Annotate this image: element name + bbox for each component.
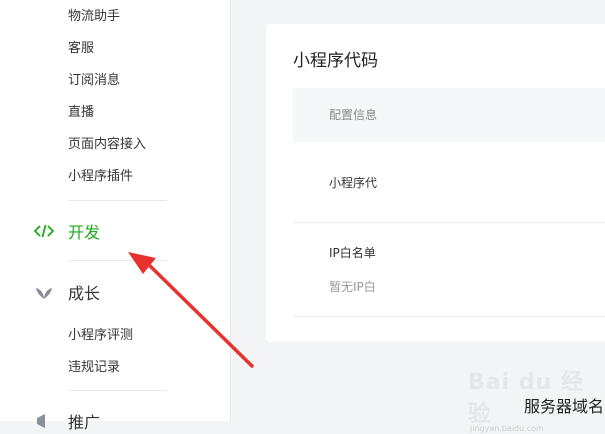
sidebar-divider (68, 260, 167, 261)
sidebar-item-logistics[interactable]: 物流助手 (68, 8, 120, 26)
sidebar-section-growth-label: 成长 (68, 284, 101, 303)
ip-whitelist-value: 暂无IP白 (329, 280, 376, 294)
row-separator (293, 316, 605, 317)
code-row-label: 小程序代 (329, 176, 378, 190)
sidebar-item-evaluation[interactable]: 小程序评测 (68, 327, 133, 345)
sidebar: 物流助手 客服 订阅消息 直播 页面内容接入 小程序插件 开发 成长 小程序评测… (0, 0, 231, 432)
sidebar-divider (68, 390, 167, 391)
sidebar-item-page-content[interactable]: 页面内容接入 (68, 136, 146, 154)
sidebar-section-dev-label: 开发 (68, 223, 101, 242)
sprout-icon (34, 282, 54, 302)
ip-whitelist-label: IP白名单 (329, 246, 376, 260)
sidebar-item-violation[interactable]: 违规记录 (68, 359, 120, 377)
sidebar-section-promo-label: 推广 (68, 413, 101, 432)
sidebar-item-customer-service[interactable]: 客服 (68, 40, 94, 58)
card-title: 小程序代码 (293, 51, 378, 71)
baidu-watermark: Bai du 经验 jingyan.baidu.com (468, 364, 605, 433)
code-icon (34, 221, 54, 241)
watermark-sub: jingyan.baidu.com (470, 424, 544, 433)
code-card: 小程序代码 配置信息 小程序代 IP白名单 暂无IP白 (266, 24, 605, 342)
sidebar-section-dev[interactable]: 开发 (34, 218, 100, 244)
sidebar-section-promo[interactable]: 推广 (34, 408, 100, 434)
config-label: 配置信息 (329, 108, 378, 122)
row-separator (293, 222, 605, 223)
sidebar-item-live[interactable]: 直播 (68, 104, 94, 122)
sidebar-section-growth[interactable]: 成长 (34, 279, 100, 305)
watermark-text: Bai du 经验 (468, 370, 584, 427)
config-header-row: 配置信息 (293, 88, 605, 142)
sidebar-divider (68, 200, 167, 201)
sidebar-item-subscribe-message[interactable]: 订阅消息 (68, 72, 120, 90)
sidebar-item-plugin[interactable]: 小程序插件 (68, 168, 133, 186)
megaphone-icon (34, 411, 54, 431)
